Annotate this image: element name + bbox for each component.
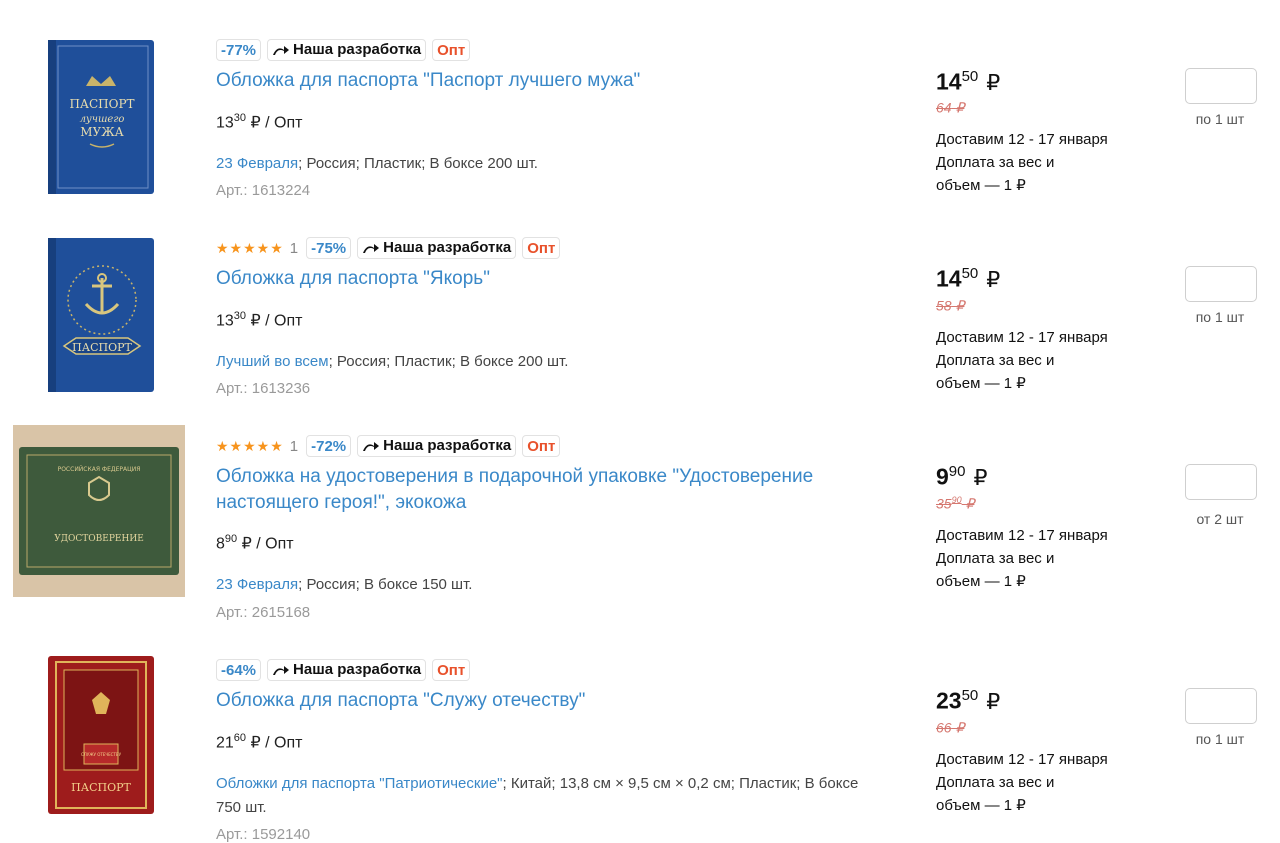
category-link[interactable]: 23 Февраля [216,155,298,172]
thumbnail-text: ПАСПОРТ [69,97,134,111]
product-title-link[interactable]: Обложка для паспорта "Якорь" [216,266,866,292]
delivery-date: Доставим 12 - 17 января [936,527,1108,544]
price: 2350 ₽ [936,687,1001,714]
quantity-note: от 2 шт [1196,511,1244,527]
wholesale-price: 1330 ₽ / Опт [216,310,303,330]
product-image[interactable]: РОССИЙСКАЯ ФЕДЕРАЦИЯ УДОСТОВЕРЕНИЕ [13,425,185,597]
delivery-info: Доставим 12 - 17 января Доплата за вес и… [936,524,1136,593]
quantity-input[interactable] [1185,688,1257,724]
article-number: Арт.: 1592140 [216,826,311,843]
product-image[interactable]: ПАСПОРТ лучшего МУЖА [46,40,156,194]
delivery-date: Доставим 12 - 17 января [936,131,1108,148]
wholesale-price: 890 ₽ / Опт [216,533,294,553]
surcharge-text: Доплата за вес и [936,154,1055,171]
wholesale-badge: Опт [522,237,561,259]
product-badges: -77% Наша разработка Опт [216,38,471,62]
product-title-link[interactable]: Обложка для паспорта "Служу отечеству" [216,688,866,714]
quantity-input[interactable] [1185,464,1257,500]
review-count[interactable]: 1 [290,438,298,455]
quantity-input[interactable] [1185,266,1257,302]
price: 990 ₽ [936,463,988,490]
price: 1450 ₽ [936,265,1001,292]
arrow-icon [363,442,380,451]
delivery-info: Доставим 12 - 17 января Доплата за вес и… [936,748,1136,817]
delivery-info: Доставим 12 - 17 января Доплата за вес и… [936,128,1136,197]
surcharge-text: объем — 1 ₽ [936,797,1026,814]
surcharge-text: Доплата за вес и [936,352,1055,369]
old-price: 3590 ₽ [936,495,975,512]
article-number: Арт.: 2615168 [216,604,311,621]
quantity-note: по 1 шт [1195,111,1245,127]
discount-badge: -75% [306,237,352,259]
own-development-badge[interactable]: Наша разработка [357,435,517,457]
arrow-icon [273,46,290,55]
old-price: 58 ₽ [936,297,965,314]
category-link[interactable]: 23 Февраля [216,576,298,593]
own-development-badge[interactable]: Наша разработка [357,237,517,259]
thumbnail-text: лучшего [80,114,125,125]
discount-badge: -72% [306,435,352,457]
surcharge-text: Доплата за вес и [936,774,1055,791]
category-link[interactable]: Лучший во всем [216,353,329,370]
own-development-badge[interactable]: Наша разработка [267,39,427,61]
own-development-label: Наша разработка [293,661,422,678]
discount-badge: -77% [216,39,262,61]
delivery-date: Доставим 12 - 17 января [936,751,1108,768]
own-development-label: Наша разработка [383,239,512,256]
thumbnail-text: УДОСТОВЕРЕНИЕ [54,534,144,544]
quantity-note: по 1 шт [1195,731,1245,747]
star-rating[interactable]: ★★★★★ [216,438,284,455]
thumbnail-text: ПАСПОРТ [72,341,132,354]
discount-badge: -64% [216,659,262,681]
quantity-input[interactable] [1185,68,1257,104]
surcharge-text: объем — 1 ₽ [936,177,1026,194]
delivery-date: Доставим 12 - 17 января [936,329,1108,346]
own-development-label: Наша разработка [293,41,422,58]
product-badges: ★★★★★ 1 -75% Наша разработка Опт [216,236,561,260]
star-rating[interactable]: ★★★★★ [216,240,284,257]
wholesale-price: 1330 ₽ / Опт [216,112,303,132]
delivery-info: Доставим 12 - 17 января Доплата за вес и… [936,326,1136,395]
old-price: 66 ₽ [936,719,965,736]
thumbnail-text: ПАСПОРТ [71,781,131,794]
thumbnail-text: СЛУЖУ ОТЕЧЕСТВУ [81,752,122,757]
product-image[interactable]: СЛУЖУ ОТЕЧЕСТВУ ПАСПОРТ [46,656,156,814]
wholesale-badge: Опт [432,659,471,681]
product-title-link[interactable]: Обложка для паспорта "Паспорт лучшего му… [216,68,866,94]
article-number: Арт.: 1613224 [216,182,311,199]
price: 1450 ₽ [936,68,1001,95]
thumbnail-text: РОССИЙСКАЯ ФЕДЕРАЦИЯ [58,466,141,473]
product-badges: ★★★★★ 1 -72% Наша разработка Опт [216,434,561,458]
product-properties: Лучший во всем; Россия; Пластик; В боксе… [216,353,569,370]
product-badges: -64% Наша разработка Опт [216,658,471,682]
own-development-badge[interactable]: Наша разработка [267,659,427,681]
quantity-note: по 1 шт [1195,309,1245,325]
surcharge-text: объем — 1 ₽ [936,573,1026,590]
arrow-icon [273,666,290,675]
thumbnail-text: МУЖА [80,125,124,139]
old-price: 64 ₽ [936,99,965,116]
product-properties: 23 Февраля; Россия; В боксе 150 шт. [216,576,473,593]
product-properties: Обложки для паспорта "Патриотические"; К… [216,775,859,816]
own-development-label: Наша разработка [383,437,512,454]
wholesale-price: 2160 ₽ / Опт [216,732,303,752]
category-link[interactable]: Обложки для паспорта "Патриотические" [216,775,503,792]
wholesale-badge: Опт [432,39,471,61]
product-image[interactable]: ПАСПОРТ [46,238,156,392]
article-number: Арт.: 1613236 [216,380,311,397]
review-count[interactable]: 1 [290,240,298,257]
product-properties: 23 Февраля; Россия; Пластик; В боксе 200… [216,155,538,172]
surcharge-text: объем — 1 ₽ [936,375,1026,392]
product-title-link[interactable]: Обложка на удостоверения в подарочной уп… [216,464,866,516]
arrow-icon [363,244,380,253]
wholesale-badge: Опт [522,435,561,457]
surcharge-text: Доплата за вес и [936,550,1055,567]
